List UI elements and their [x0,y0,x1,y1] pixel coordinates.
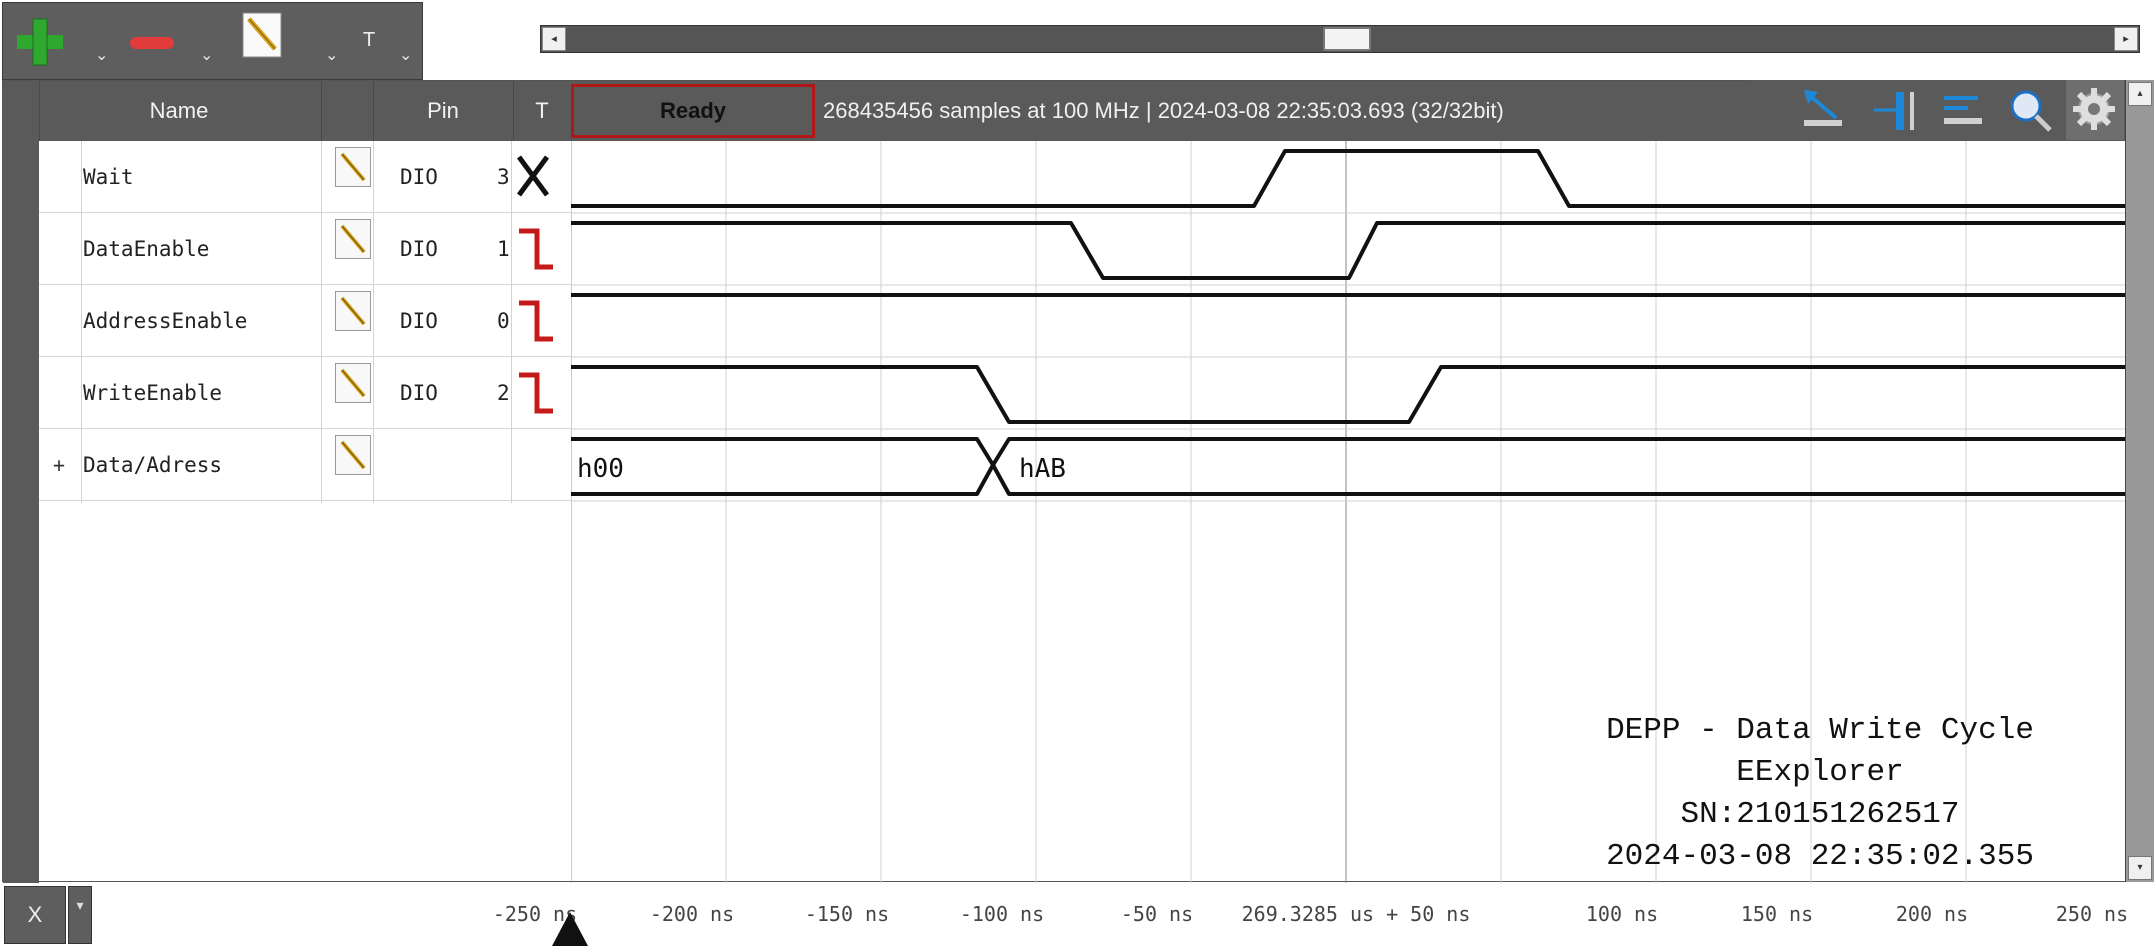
x-axis-caret-icon[interactable]: ▾ [68,886,92,944]
signal-wait [571,149,2125,208]
channel-pin-number: 0 [497,309,510,333]
time-tick: -50 ns [1120,902,1194,926]
time-tick: -150 ns [804,902,890,926]
minus-icon [130,37,174,49]
capture-watermark: DEPP - Data Write Cycle EExplorer SN:210… [1560,710,2080,878]
trigger-x-icon[interactable] [513,151,555,203]
signal-writeenable [571,365,2125,424]
settings-button[interactable] [2066,80,2124,140]
row-expand-button[interactable]: + [53,429,65,501]
scroll-down-arrow-icon[interactable]: ▾ [2128,856,2152,880]
plus-icon [17,18,63,66]
text-button[interactable]: T ⌄ [343,3,423,79]
time-tick: -100 ns [959,902,1045,926]
time-tick: 250 ns [2055,902,2129,926]
pencil-icon [242,12,282,58]
watermark-device: EExplorer [1736,755,1904,790]
bus-data-top [571,437,2125,467]
vertical-scrollbar[interactable]: ▴ ▾ [2125,80,2154,882]
channel-name[interactable]: AddressEnable [83,285,247,357]
signal-dataenable [571,221,2125,280]
time-tick: 150 ns [1740,902,1814,926]
bus-value-hab: hAB [1019,454,1066,484]
channel-pin: DIO [400,237,438,261]
pencil-icon [340,152,366,182]
cursor-tool-icon[interactable] [1800,88,1850,132]
time-tick-reference: 269.3285 us + 50 ns [1241,902,1471,926]
header-pin[interactable]: Pin [373,81,513,141]
edit-channel-pencil-icon[interactable] [335,291,371,331]
marker-tool-icon[interactable] [1870,88,1920,132]
channel-pin-number: 2 [497,381,510,405]
channel-name[interactable]: WriteEnable [83,357,222,429]
watermark-serial: SN:210151262517 [1680,797,1960,832]
add-channel-button[interactable]: ⌄ [3,3,108,79]
scroll-right-arrow-icon[interactable]: ▸ [2114,27,2138,51]
add-caret-icon[interactable]: ⌄ [95,45,108,65]
time-tick: -200 ns [649,902,735,926]
channel-row-writeenable[interactable]: WriteEnable DIO 2 [39,357,571,429]
gear-icon [2073,88,2115,130]
time-tick: 100 ns [1585,902,1659,926]
trigger-falling-edge-icon[interactable] [513,367,555,419]
pencil-icon [340,296,366,326]
magnifier-icon[interactable] [2006,88,2056,132]
channel-row-dataenable[interactable]: DataEnable DIO 1 [39,213,571,285]
trigger-falling-edge-icon[interactable] [513,223,555,275]
pencil-icon [340,368,366,398]
remove-caret-icon[interactable]: ⌄ [200,45,213,65]
text-caret-icon[interactable]: ⌄ [399,45,412,65]
edit-channel-button[interactable]: ⌄ [213,3,338,79]
channel-pin-number: 3 [497,165,510,189]
header-trigger[interactable]: T [513,81,571,141]
edit-channel-pencil-icon[interactable] [335,363,371,403]
view-tools [1750,80,2125,140]
text-label: T [363,29,376,51]
channel-pin-number: 1 [497,237,510,261]
time-tick: 200 ns [1895,902,1969,926]
edit-channel-pencil-icon[interactable] [335,147,371,187]
edit-caret-icon[interactable]: ⌄ [325,45,338,65]
scroll-left-arrow-icon[interactable]: ◂ [542,27,566,51]
remove-channel-button[interactable]: ⌄ [108,3,213,79]
toolbar: ⌄ ⌄ ⌄ T ⌄ [2,2,423,80]
trigger-position-marker-icon[interactable] [550,912,590,946]
channel-row-data-adress[interactable]: + Data/Adress [39,429,571,501]
x-axis-button[interactable]: X [4,886,66,944]
horizontal-scrollbar[interactable]: ◂ ▸ [540,25,2140,53]
bus-value-h00: h00 [577,454,624,484]
channel-name[interactable]: Wait [83,141,134,213]
channel-name[interactable]: Data/Adress [83,429,222,501]
channel-row-wait[interactable]: Wait DIO 3 [39,141,571,213]
watermark-timestamp: 2024-03-08 22:35:02.355 [1606,839,2034,874]
channel-pin: DIO [400,165,438,189]
edit-channel-pencil-icon[interactable] [335,219,371,259]
pencil-icon [340,224,366,254]
measure-tool-icon[interactable] [1938,88,1988,132]
header-name[interactable]: Name [39,81,319,141]
pencil-icon [340,440,366,470]
scroll-up-arrow-icon[interactable]: ▴ [2128,82,2152,106]
trigger-falling-edge-icon[interactable] [513,295,555,347]
channel-row-addressenable[interactable]: AddressEnable DIO 0 [39,285,571,357]
acquisition-info: 268435456 samples at 100 MHz | 2024-03-0… [823,98,1504,123]
edit-channel-pencil-icon[interactable] [335,435,371,475]
horizontal-scroll-thumb[interactable] [1323,27,1371,51]
channel-side-strip [3,141,39,883]
status-badge: Ready [571,84,815,138]
watermark-title: DEPP - Data Write Cycle [1606,713,2034,748]
channel-pin: DIO [400,381,438,405]
bus-data-bottom [571,463,2125,496]
channel-pin: DIO [400,309,438,333]
channel-name[interactable]: DataEnable [83,213,209,285]
